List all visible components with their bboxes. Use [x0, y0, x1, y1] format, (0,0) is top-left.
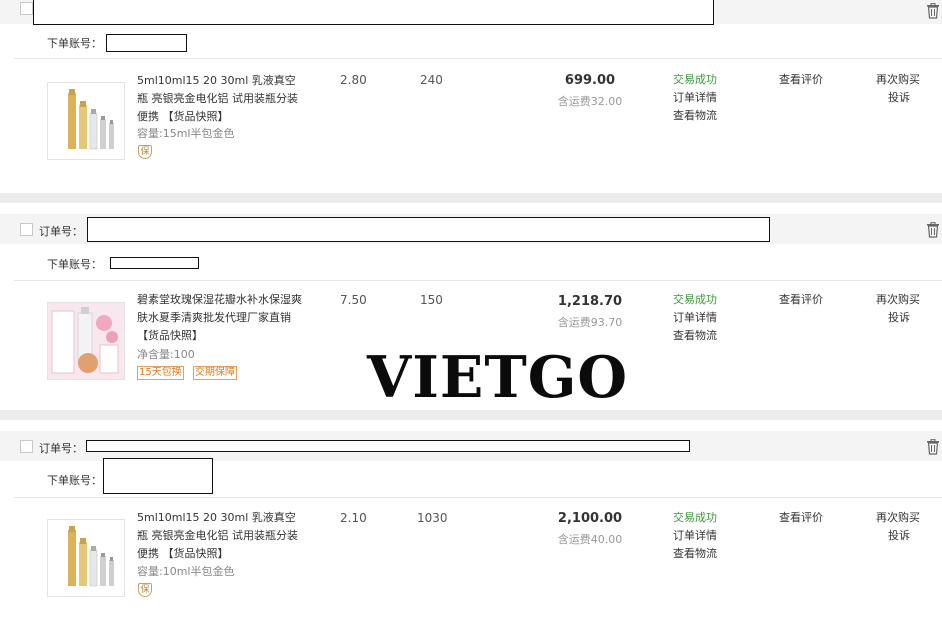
order-2-review-link[interactable]: 查看评价	[779, 291, 823, 309]
order-3-delete-trash-icon[interactable]	[926, 439, 940, 455]
order-2-delete-trash-icon[interactable]	[926, 222, 940, 238]
order-3-status: 交易成功	[673, 511, 717, 524]
order-3-quantity: 1030	[417, 511, 448, 525]
order-1-divider	[14, 58, 942, 59]
order-2-product-thumbnail[interactable]	[47, 302, 125, 380]
order-3-product-sku: 容量:10ml半包金色	[137, 565, 235, 578]
order-1-checkbox[interactable]	[20, 2, 33, 15]
order-1-status: 交易成功	[673, 73, 717, 86]
order-2-detail-link[interactable]: 订单详情	[673, 309, 717, 327]
order-2-badge-delivery: 交期保障	[193, 366, 237, 380]
order-2-number-redacted	[87, 217, 770, 242]
bottles-image	[68, 526, 114, 587]
order-1-protection-badge: 保	[138, 145, 152, 159]
order-3-unit-price: 2.10	[340, 511, 367, 525]
bottles-image	[68, 89, 114, 150]
order-1-rebuy-link[interactable]: 再次购买	[876, 71, 920, 89]
order-2-status: 交易成功	[673, 293, 717, 306]
order-3-review-link[interactable]: 查看评价	[779, 509, 823, 527]
order-1-total: 699.00	[564, 73, 616, 88]
rose-toner-image	[48, 303, 124, 379]
order-3-detail-link[interactable]: 订单详情	[673, 527, 717, 545]
order-1-account-label: 下单账号：	[47, 37, 102, 50]
order-2-product-sku: 净含量:100	[137, 348, 195, 361]
order-3-number-label: 订单号：	[39, 442, 83, 455]
order-2-checkbox[interactable]	[20, 223, 33, 236]
order-1-review-link[interactable]: 查看评价	[779, 71, 823, 89]
order-separator	[0, 410, 942, 420]
order-3-account-redacted	[103, 458, 213, 494]
vietgo-watermark: VIETGO	[367, 344, 629, 411]
order-1-complain-link[interactable]: 投诉	[888, 89, 910, 107]
order-1-logistics-link[interactable]: 查看物流	[673, 107, 717, 125]
order-3-total: 2,100.00	[557, 511, 623, 526]
order-2-shipping: 含运费93.70	[557, 316, 623, 329]
order-2-account-label: 下单账号：	[47, 258, 102, 271]
order-1-product-title[interactable]: 5ml10ml15 20 30ml 乳液真空瓶 亮银亮金电化铝 试用装瓶分装便携…	[137, 72, 305, 126]
order-1-number-redacted	[33, 0, 714, 25]
order-3-logistics-link[interactable]: 查看物流	[673, 545, 717, 563]
order-2-logistics-link[interactable]: 查看物流	[673, 327, 717, 345]
order-2-divider	[14, 280, 942, 281]
order-3-shipping: 含运费40.00	[557, 533, 623, 546]
order-1-product-sku: 容量:15ml半包金色	[137, 127, 235, 140]
order-3-checkbox[interactable]	[20, 440, 33, 453]
order-3-number-redacted	[86, 440, 690, 452]
order-2-rebuy-link[interactable]: 再次购买	[876, 291, 920, 309]
order-2-quantity: 150	[420, 293, 443, 307]
order-2-product-title[interactable]: 碧素堂玫瑰保湿花瓣水补水保湿爽肤水夏季清爽批发代理厂家直销 【货品快照】	[137, 291, 305, 345]
order-2-total: 1,218.70	[557, 294, 623, 309]
order-3-protection-badge: 保	[138, 583, 152, 597]
order-1-account-redacted	[106, 34, 187, 52]
order-2-complain-link[interactable]: 投诉	[888, 309, 910, 327]
order-3-product-title[interactable]: 5ml10ml15 20 30ml 乳液真空瓶 亮银亮金电化铝 试用装瓶分装便携…	[137, 509, 305, 563]
order-3-rebuy-link[interactable]: 再次购买	[876, 509, 920, 527]
order-1-product-thumbnail[interactable]	[47, 82, 125, 160]
order-3-complain-link[interactable]: 投诉	[888, 527, 910, 545]
order-3-divider	[14, 497, 942, 498]
order-2-number-label: 订单号：	[39, 225, 83, 238]
order-separator	[0, 193, 942, 203]
order-1-quantity: 240	[420, 73, 443, 87]
order-1-delete-trash-icon[interactable]	[926, 3, 940, 19]
order-1-shipping: 含运费32.00	[557, 95, 623, 108]
order-1-detail-link[interactable]: 订单详情	[673, 89, 717, 107]
order-3-product-thumbnail[interactable]	[47, 519, 125, 597]
order-2-badge-exchange: 15天包换	[137, 366, 184, 380]
order-2-unit-price: 7.50	[340, 293, 367, 307]
order-3-account-label: 下单账号：	[47, 474, 102, 487]
order-1-unit-price: 2.80	[340, 73, 367, 87]
order-2-account-redacted	[110, 257, 199, 269]
